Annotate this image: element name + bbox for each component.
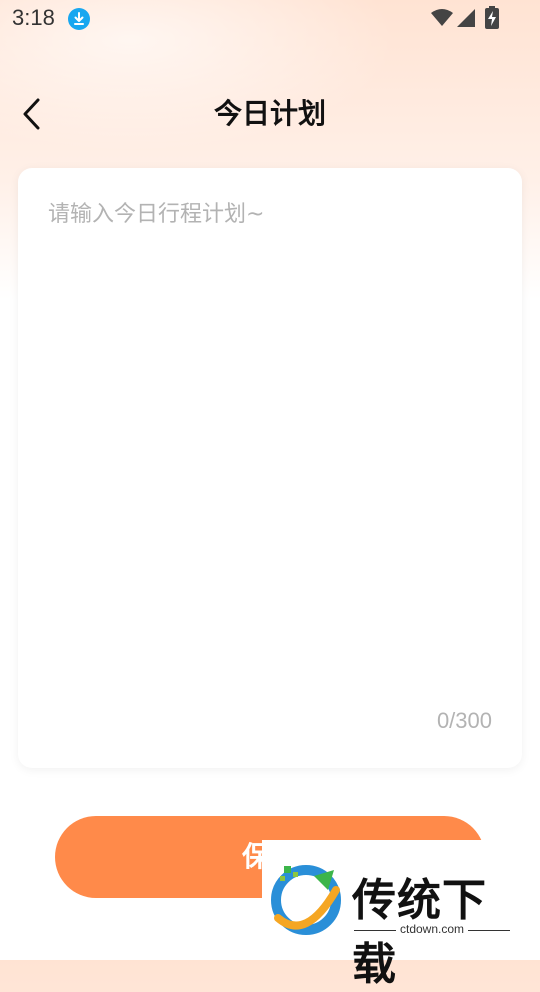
- battery-charging-icon: [484, 6, 500, 34]
- watermark-url: ctdown.com: [399, 922, 465, 936]
- signal-icon: [456, 8, 476, 32]
- status-bar: 3:18: [0, 0, 540, 38]
- brand-logo-icon: [271, 865, 341, 935]
- watermark-logo: 传统下载 ctdown.com: [262, 840, 526, 990]
- plan-input[interactable]: [48, 196, 492, 676]
- status-time: 3:18: [12, 5, 55, 30]
- wifi-icon: [430, 8, 454, 32]
- page-title: 今日计划: [213, 97, 326, 130]
- download-icon: [68, 8, 90, 30]
- header: 今日计划: [0, 80, 540, 146]
- char-counter: 0/300: [436, 708, 492, 733]
- divider: [468, 930, 510, 931]
- plan-card: 0/300: [18, 168, 522, 768]
